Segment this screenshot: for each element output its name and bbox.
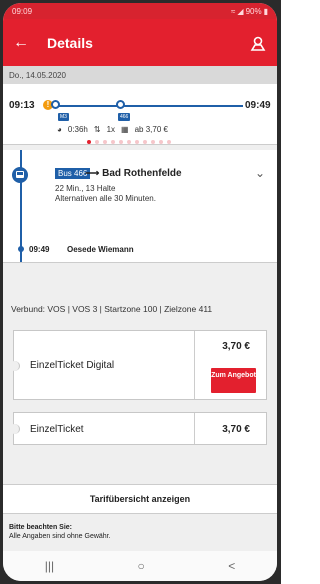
bus-alternatives: Alternativen alle 30 Minuten. (55, 194, 156, 203)
ticket-divider (194, 331, 195, 399)
bus-duration-stops: 22 Min., 13 Halte (55, 184, 116, 193)
ticket-price: 3,70 € (222, 341, 250, 352)
ticket-icon: ▦ (121, 125, 129, 134)
bus-details: 22 Min., 13 Halte Alternativen alle 30 M… (55, 184, 156, 204)
trip-transfers: 1x (106, 125, 116, 134)
notice-title: Bitte beachten Sie: (9, 524, 73, 531)
page-dot[interactable] (111, 140, 115, 144)
page-dot[interactable] (167, 140, 171, 144)
ticket-name: EinzelTicket Digital (30, 360, 115, 371)
ticket-notch (9, 424, 20, 434)
battery-percent: 90% (245, 6, 262, 16)
trip-summary[interactable]: 09:13 ! 09:49 M3 466 ◕ 0:36h ⇅ 1x ▦ ab 3… (3, 84, 277, 145)
end-stop-marker (18, 246, 24, 252)
page-dot[interactable] (135, 140, 139, 144)
page-indicator (87, 140, 171, 144)
ticket-divider (194, 413, 195, 444)
ticket-card[interactable]: EinzelTicket 3,70 € (9, 412, 267, 445)
trip-price: ab 3,70 € (134, 125, 168, 134)
back-arrow-icon[interactable]: ← (13, 34, 39, 52)
phone-frame: 09:09 ≈ ◢ 90% ▮ ← Details Do., 14.05.202… (0, 0, 281, 584)
page-title: Details (47, 34, 93, 51)
battery-icon: ▮ (263, 6, 268, 16)
ticket-name: EinzelTicket (30, 424, 84, 435)
page-dot[interactable] (95, 140, 99, 144)
stop-time: 09:49 (29, 245, 50, 254)
page-dot[interactable] (87, 140, 91, 144)
stop-name: Oesede Wiemann (67, 245, 134, 254)
home-button[interactable]: ○ (138, 559, 145, 573)
system-nav-bar: ||| ○ < (3, 551, 277, 581)
arrival-time: 09:49 (245, 100, 271, 111)
ticket-card-digital[interactable]: EinzelTicket Digital 3,70 € Zum Angebot (9, 330, 267, 400)
bus-segment: Bus 466 ⟶ Bad Rothenfelde ⌄ 22 Min., 13 … (3, 150, 277, 263)
page-dot[interactable] (103, 140, 107, 144)
wifi-icon: ≈ (231, 6, 236, 16)
destination-name: Bad Rothenfelde (102, 168, 182, 179)
ticket-price: 3,70 € (222, 424, 250, 435)
tarif-overview-link[interactable]: Tarifübersicht anzeigen (3, 484, 277, 514)
duration-icon: ◕ (57, 125, 62, 134)
app-screen: 09:09 ≈ ◢ 90% ▮ ← Details Do., 14.05.202… (3, 3, 277, 581)
offer-button[interactable]: Zum Angebot (211, 368, 256, 393)
notice: Bitte beachten Sie: Alle Angaben sind oh… (9, 523, 111, 541)
line-badge-m3: M3 (58, 113, 69, 121)
ticket-notch (9, 361, 20, 371)
tickets-section: Verbund: VOS | VOS 3 | Startzone 100 | Z… (3, 296, 277, 450)
status-icons: ≈ ◢ 90% ▮ (231, 7, 268, 16)
trip-duration: 0:36h (67, 125, 88, 134)
start-stop-marker (51, 100, 60, 109)
transfer-stop-marker (116, 100, 125, 109)
chevron-down-icon[interactable]: ⌄ (255, 166, 265, 180)
page-dot[interactable] (127, 140, 131, 144)
bus-icon (12, 167, 28, 183)
signal-icon: ◢ (237, 6, 244, 16)
back-button[interactable]: < (228, 559, 235, 573)
recent-apps-button[interactable]: ||| (45, 559, 54, 573)
page-dot[interactable] (151, 140, 155, 144)
transfer-icon: ⇅ (93, 125, 101, 134)
app-bar: ← Details (3, 19, 277, 66)
page-dot[interactable] (119, 140, 123, 144)
status-time: 09:09 (12, 6, 33, 16)
trip-date: Do., 14.05.2020 (3, 66, 277, 84)
page-dot[interactable] (159, 140, 163, 144)
line-badge-466: 466 (118, 113, 131, 121)
departure-time: 09:13 (9, 100, 35, 111)
verbund-info: Verbund: VOS | VOS 3 | Startzone 100 | Z… (11, 304, 213, 314)
map-person-icon[interactable] (249, 34, 267, 52)
bus-destination: ⟶ Bad Rothenfelde (85, 168, 182, 179)
trip-timeline (53, 105, 243, 107)
trip-info: ◕ 0:36h ⇅ 1x ▦ ab 3,70 € (57, 125, 168, 134)
notice-text: Alle Angaben sind ohne Gewähr. (9, 533, 111, 540)
status-bar: 09:09 ≈ ◢ 90% ▮ (3, 3, 277, 19)
page-dot[interactable] (143, 140, 147, 144)
